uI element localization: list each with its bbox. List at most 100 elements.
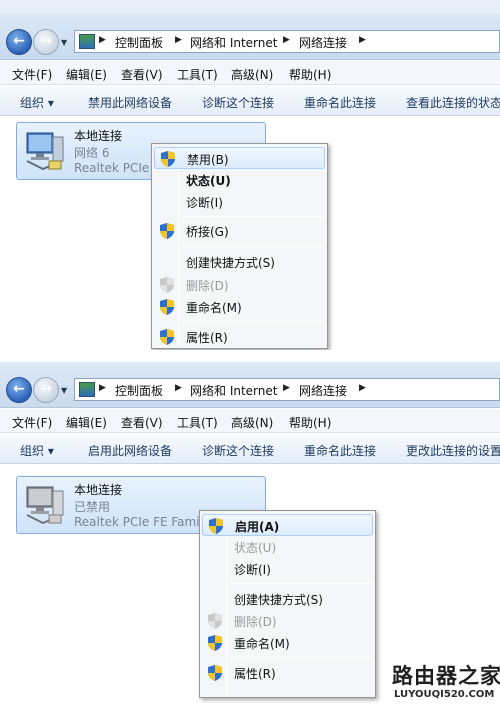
shield-icon (208, 635, 222, 651)
context-menu: 禁用(B) 状态(U) 诊断(I) 桥接(G) 创建快捷方式(S) 删除(D) 重命名(M)… (151, 143, 328, 349)
menu-file[interactable]: 文件(F) (12, 414, 52, 431)
address-bar[interactable]: ▶ 控制面板 ▶ 网络和 Internet ▶ 网络连接 ▶ (74, 378, 500, 401)
menu-item-label: 桥接(G) (186, 225, 229, 239)
diagnose-button[interactable]: 诊断这个连接 (202, 94, 274, 111)
network-adapter-icon (26, 132, 64, 171)
create-shortcut-menu-item[interactable]: 创建快捷方式(S) (154, 251, 325, 273)
address-row: ← → ▼ ▶ 控制面板 ▶ 网络和 Internet ▶ 网络连接 ▶ (0, 362, 500, 408)
chevron-right-icon[interactable]: ▶ (99, 35, 106, 45)
menu-help[interactable]: 帮助(H) (289, 66, 331, 83)
menu-item-label: 启用(A) (235, 520, 280, 534)
forward-arrow-icon[interactable]: → (33, 377, 59, 403)
chevron-right-icon[interactable]: ▶ (359, 383, 366, 393)
menu-separator (230, 583, 373, 584)
chevron-right-icon[interactable]: ▶ (175, 383, 182, 393)
menu-advanced[interactable]: 高级(N) (231, 414, 273, 431)
back-arrow-icon[interactable]: ← (6, 377, 32, 403)
menu-advanced[interactable]: 高级(N) (231, 66, 273, 83)
shield-icon (160, 329, 174, 345)
breadcrumb-network-connections[interactable]: 网络连接 (299, 34, 347, 51)
menu-item-label: 诊断(I) (186, 196, 223, 210)
forward-arrow-icon[interactable]: → (33, 29, 59, 55)
menu-bar: 文件(F) 编辑(E) 查看(V) 工具(T) 高级(N) 帮助(H) (0, 409, 500, 433)
rename-button[interactable]: 重命名此连接 (304, 94, 376, 111)
bridge-menu-item[interactable]: 桥接(G) (154, 220, 325, 242)
menu-item-label: 创建快捷方式(S) (186, 256, 275, 270)
menu-separator (230, 657, 373, 658)
diagnose-menu-item[interactable]: 诊断(I) (154, 191, 325, 213)
explorer-window-enable: ← → ▼ ▶ 控制面板 ▶ 网络和 Internet ▶ 网络连接 ▶ 文件(… (0, 362, 500, 710)
menu-item-label: 删除(D) (186, 279, 229, 293)
chevron-right-icon[interactable]: ▶ (359, 35, 366, 45)
menu-item-label: 属性(R) (234, 667, 276, 681)
menu-item-label: 重命名(M) (186, 301, 242, 315)
menu-edit[interactable]: 编辑(E) (66, 66, 107, 83)
create-shortcut-menu-item[interactable]: 创建快捷方式(S) (202, 588, 373, 610)
chevron-right-icon[interactable]: ▶ (283, 35, 290, 45)
rename-menu-item[interactable]: 重命名(M) (154, 296, 325, 318)
view-status-button[interactable]: 查看此连接的状态 (406, 94, 500, 111)
breadcrumb-network-connections[interactable]: 网络连接 (299, 382, 347, 399)
chevron-right-icon[interactable]: ▶ (99, 383, 106, 393)
organize-button[interactable]: 组织 ▾ (20, 94, 54, 111)
menu-file[interactable]: 文件(F) (12, 66, 52, 83)
history-dropdown-icon[interactable]: ▼ (61, 39, 71, 47)
context-menu: 启用(A) 状态(U) 诊断(I) 创建快捷方式(S) 删除(D) 重命名(M) 属性(R) (199, 510, 376, 698)
command-bar: 组织 ▾ 禁用此网络设备 诊断这个连接 重命名此连接 查看此连接的状态 (0, 86, 500, 116)
organize-button[interactable]: 组织 ▾ (20, 442, 54, 459)
disable-device-button[interactable]: 禁用此网络设备 (88, 94, 172, 111)
shield-icon (161, 151, 175, 167)
shield-icon (160, 299, 174, 315)
breadcrumb-network-internet[interactable]: 网络和 Internet (190, 382, 277, 399)
diagnose-menu-item[interactable]: 诊断(I) (202, 558, 373, 580)
enable-menu-item[interactable]: 启用(A) (202, 514, 373, 536)
menu-separator (182, 246, 325, 247)
change-settings-button[interactable]: 更改此连接的设置 (406, 442, 500, 459)
menu-item-label: 诊断(I) (234, 563, 271, 577)
top-strip (0, 0, 500, 14)
back-arrow-icon[interactable]: ← (6, 29, 32, 55)
breadcrumb-control-panel[interactable]: 控制面板 (115, 382, 163, 399)
menu-item-label: 状态(U) (234, 541, 277, 555)
shield-icon (208, 665, 222, 681)
menu-item-label: 创建快捷方式(S) (234, 593, 323, 607)
menu-edit[interactable]: 编辑(E) (66, 414, 107, 431)
control-panel-icon (79, 382, 95, 397)
shield-icon (209, 518, 223, 534)
shield-icon (208, 613, 222, 629)
shield-icon (160, 223, 174, 239)
properties-menu-item[interactable]: 属性(R) (154, 326, 325, 348)
menu-tools[interactable]: 工具(T) (177, 66, 218, 83)
menu-separator (182, 321, 325, 322)
panel-divider (0, 350, 500, 362)
menu-item-label: 状态(U) (186, 174, 231, 188)
connection-name: 本地连接 (74, 483, 123, 497)
menu-item-label: 属性(R) (186, 331, 228, 345)
menu-item-label: 禁用(B) (187, 153, 229, 167)
chevron-right-icon[interactable]: ▶ (175, 35, 182, 45)
menu-separator (182, 216, 325, 217)
breadcrumb-network-internet[interactable]: 网络和 Internet (190, 34, 277, 51)
rename-menu-item[interactable]: 重命名(M) (202, 632, 373, 654)
menu-tools[interactable]: 工具(T) (177, 414, 218, 431)
connection-status: 已禁用 (74, 500, 111, 514)
menu-bar: 文件(F) 编辑(E) 查看(V) 工具(T) 高级(N) 帮助(H) (0, 61, 500, 85)
menu-view[interactable]: 查看(V) (121, 66, 163, 83)
rename-button[interactable]: 重命名此连接 (304, 442, 376, 459)
explorer-window-disable: ← → ▼ ▶ 控制面板 ▶ 网络和 Internet ▶ 网络连接 ▶ 文件(… (0, 14, 500, 364)
command-bar: 组织 ▾ 启用此网络设备 诊断这个连接 重命名此连接 更改此连接的设置 (0, 434, 500, 464)
disable-menu-item[interactable]: 禁用(B) (154, 147, 325, 169)
menu-help[interactable]: 帮助(H) (289, 414, 331, 431)
address-bar[interactable]: ▶ 控制面板 ▶ 网络和 Internet ▶ 网络连接 ▶ (74, 30, 500, 53)
watermark-logo: 路由器之家 LUYOUQI520.COM (392, 660, 500, 706)
enable-device-button[interactable]: 启用此网络设备 (88, 442, 172, 459)
status-menu-item[interactable]: 状态(U) (154, 169, 325, 191)
properties-menu-item[interactable]: 属性(R) (202, 662, 373, 684)
menu-view[interactable]: 查看(V) (121, 414, 163, 431)
watermark-url: LUYOUQI520.COM (394, 689, 495, 700)
breadcrumb-control-panel[interactable]: 控制面板 (115, 34, 163, 51)
diagnose-button[interactable]: 诊断这个连接 (202, 442, 274, 459)
history-dropdown-icon[interactable]: ▼ (61, 387, 71, 395)
delete-menu-item: 删除(D) (202, 610, 373, 632)
chevron-right-icon[interactable]: ▶ (283, 383, 290, 393)
